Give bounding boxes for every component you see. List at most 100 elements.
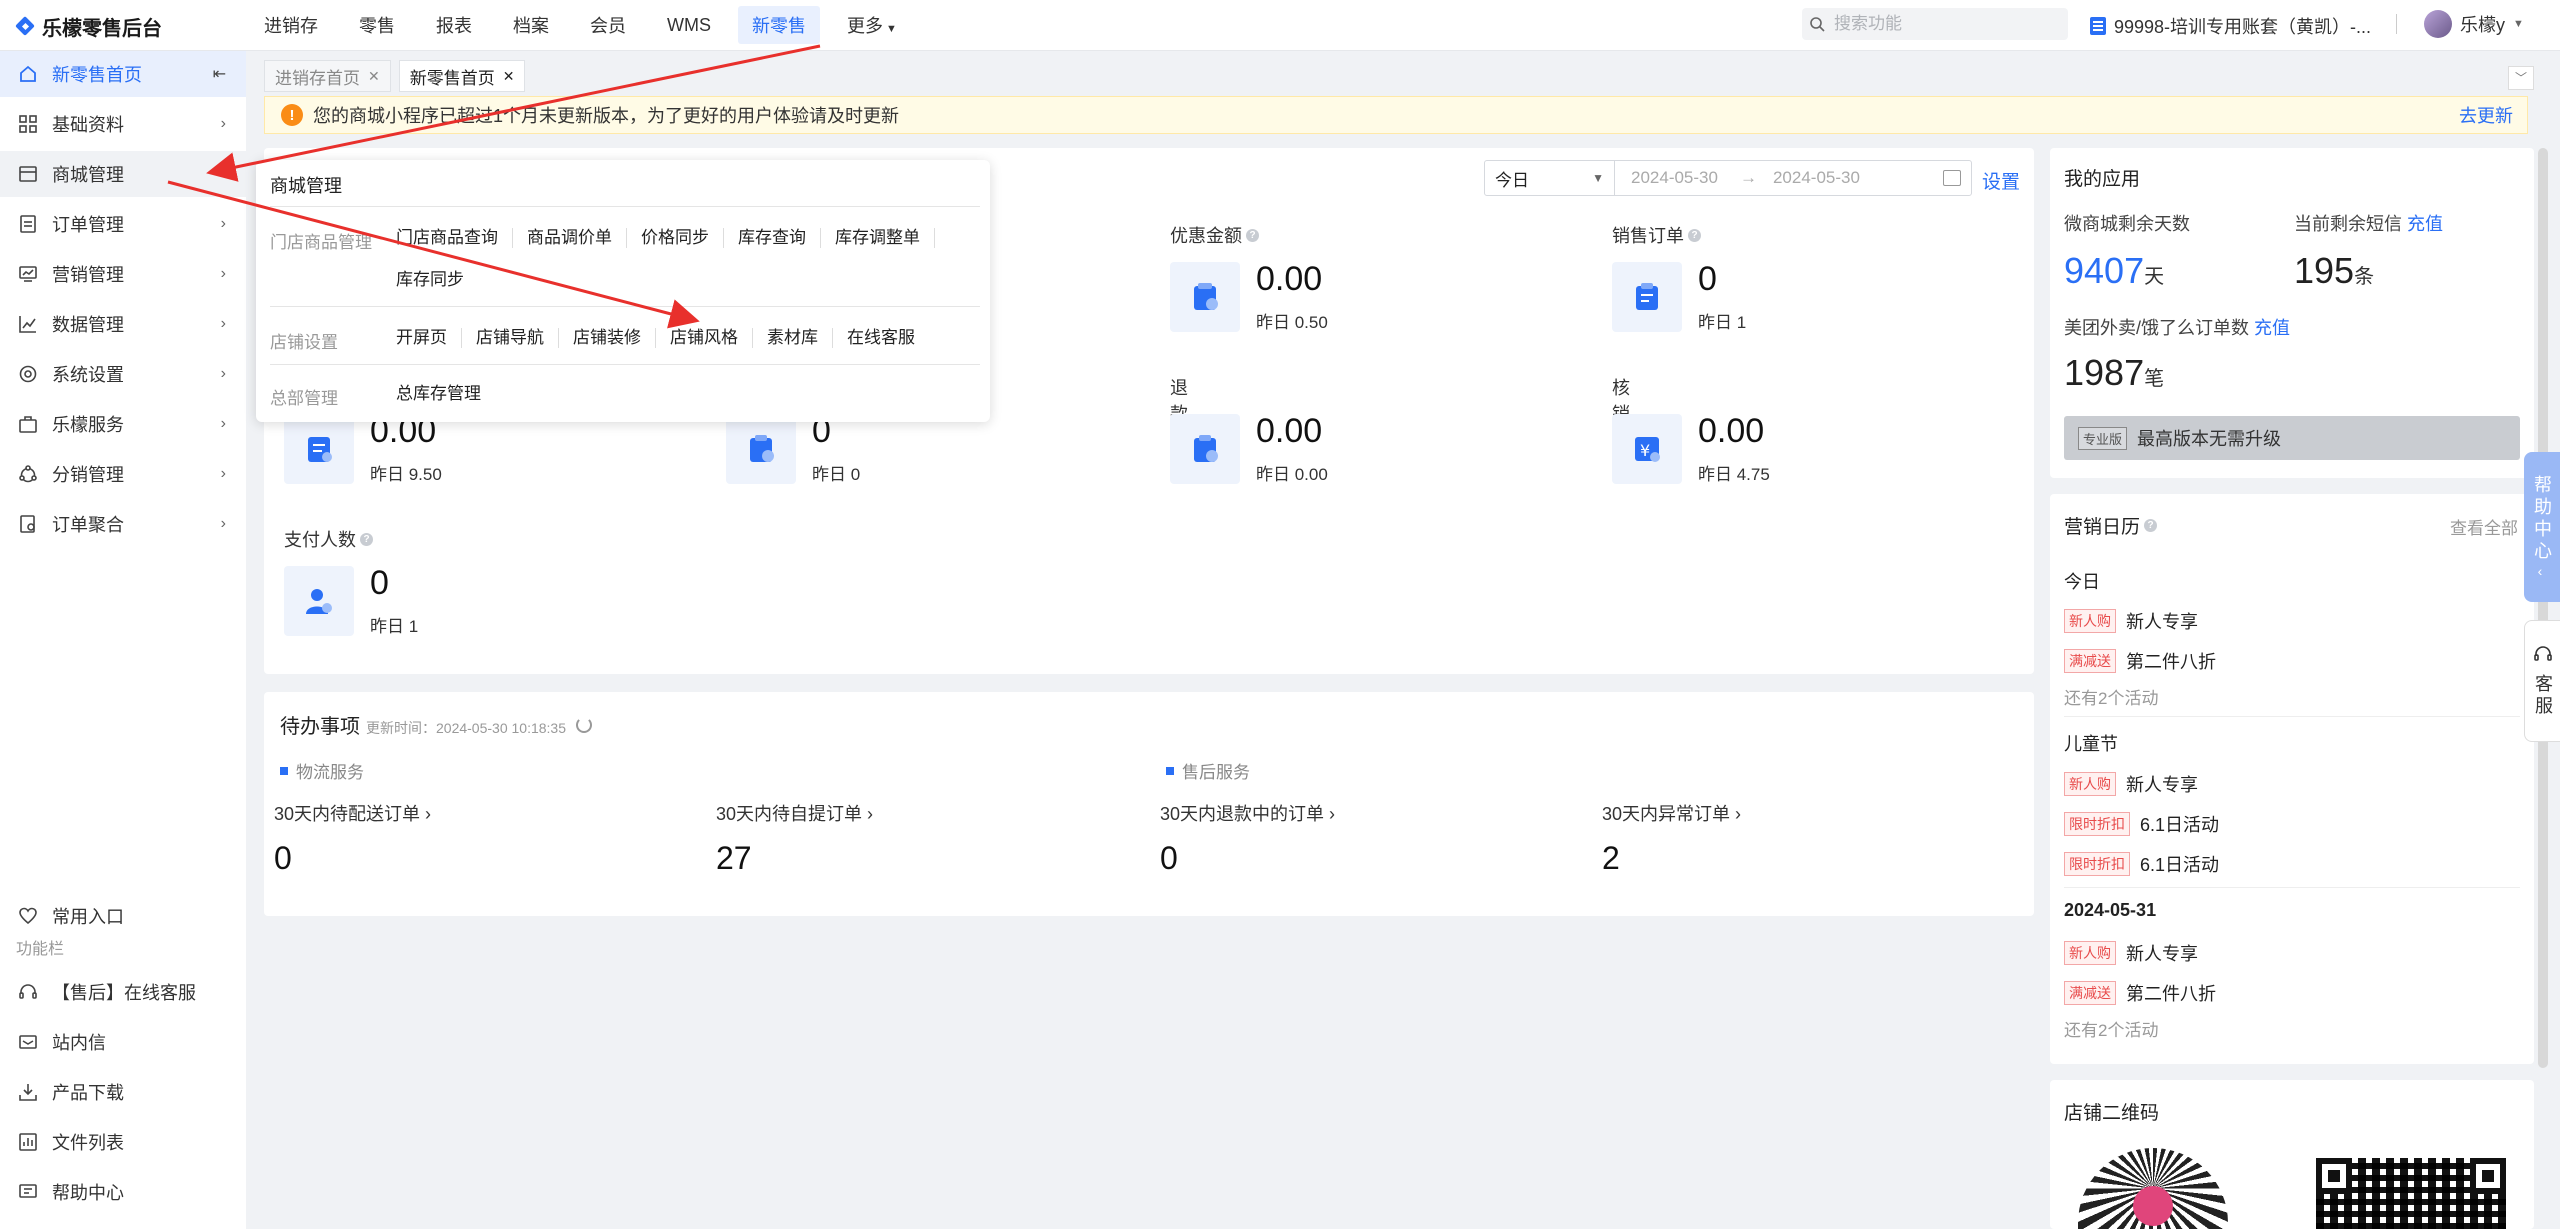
calendar-date: 儿童节 xyxy=(2064,734,2118,754)
close-icon[interactable]: ✕ xyxy=(368,68,380,85)
question-icon[interactable]: ? xyxy=(2144,519,2158,532)
tab-new-retail-home[interactable]: 新零售首页 ✕ xyxy=(398,60,526,92)
search-input[interactable] xyxy=(1832,13,2056,35)
refresh-icon[interactable] xyxy=(576,717,592,733)
mall-management-flyout: 商城管理 门店商品管理 门店商品查询 商品调价单 价格同步 库存查询 库存调整单… xyxy=(256,160,990,422)
todo-item-pending-delivery[interactable]: 30天内待配送订单 › 0 xyxy=(274,800,431,877)
sidebar-item-data-management[interactable]: 数据管理 › xyxy=(0,301,246,347)
collapse-sidebar-icon[interactable]: ⇤ xyxy=(213,64,226,84)
sidebar-item-label: 基础资料 xyxy=(52,115,124,135)
calendar-event[interactable]: 新人购 新人专享 xyxy=(2064,771,2198,797)
sms-recharge-link[interactable]: 充值 xyxy=(2407,214,2443,234)
logo-icon xyxy=(16,17,36,37)
todo-item-refunding[interactable]: 30天内退款中的订单 › 0 xyxy=(1160,800,1335,877)
flyout-category: 总部管理 xyxy=(270,389,338,408)
date-range-picker[interactable]: 今日 ▼ 2024-05-30 → 2024-05-30 xyxy=(1484,160,1972,196)
chevron-down-icon: ▼ xyxy=(886,23,897,35)
user-name: 乐檬y xyxy=(2460,15,2505,35)
more-events-link[interactable]: 还有2个活动 xyxy=(2064,684,2158,709)
account-selector[interactable]: 99998-培训专用账套（黄凯）-... xyxy=(2090,13,2371,39)
sidebar-favorites[interactable]: 常用入口 xyxy=(0,893,246,939)
user-menu[interactable]: 乐檬y ▼ xyxy=(2424,10,2524,38)
event-tag: 限时折扣 xyxy=(2064,812,2130,836)
flyout-link[interactable]: 商品调价单 xyxy=(527,228,627,248)
flyout-link[interactable]: 库存查询 xyxy=(738,228,821,248)
update-link[interactable]: 去更新 xyxy=(2459,102,2513,128)
topnav-item-more[interactable]: 更多 ▼ xyxy=(833,6,911,44)
metric-yesterday: 昨日 4.75 xyxy=(1698,465,1770,484)
flyout-link[interactable]: 库存调整单 xyxy=(835,228,935,248)
sidebar-item-order-aggregation[interactable]: 订单聚合 › xyxy=(0,501,246,547)
flyout-link[interactable]: 总库存管理 xyxy=(396,384,495,404)
home-icon xyxy=(18,64,38,84)
sidebar-item-label: 乐檬服务 xyxy=(52,415,124,435)
help-center-side-tab[interactable]: 帮助中心 ‹ xyxy=(2524,452,2560,602)
sidebar-item-distribution[interactable]: 分销管理 › xyxy=(0,451,246,497)
topnav-item-member[interactable]: 会员 xyxy=(576,6,640,44)
search-box[interactable] xyxy=(1802,8,2068,40)
more-events-link[interactable]: 还有2个活动 xyxy=(2064,1016,2158,1041)
sidebar-item-new-retail-home[interactable]: 新零售首页 ⇤ xyxy=(0,51,246,97)
sidebar-item-order-management[interactable]: 订单管理 › xyxy=(0,201,246,247)
todo-item-abnormal[interactable]: 30天内异常订单 › 2 xyxy=(1602,800,1741,877)
settings-icon xyxy=(18,364,38,384)
aggregate-icon xyxy=(18,514,38,534)
date-preset-select[interactable]: 今日 ▼ xyxy=(1485,161,1615,195)
sidebar-item-basic-data[interactable]: 基础资料 › xyxy=(0,101,246,147)
settings-link[interactable]: 设置 xyxy=(1982,167,2020,194)
divider xyxy=(2064,716,2520,717)
question-icon[interactable]: ? xyxy=(1688,228,1701,242)
flyout-link[interactable]: 库存同步 xyxy=(396,270,478,290)
app-logo[interactable]: 乐檬零售后台 xyxy=(16,12,162,41)
question-icon[interactable]: ? xyxy=(1246,228,1259,242)
flyout-link[interactable]: 店铺装修 xyxy=(573,328,656,348)
chevron-down-icon[interactable]: ﹀ xyxy=(2508,66,2534,90)
question-icon[interactable]: ? xyxy=(360,532,373,546)
flyout-link[interactable]: 门店商品查询 xyxy=(396,228,513,248)
flyout-link-store-style[interactable]: 店铺风格 xyxy=(670,328,753,348)
sidebar-item-file-list[interactable]: 文件列表 xyxy=(0,1119,246,1165)
tab-inventory-home[interactable]: 进销存首页 ✕ xyxy=(264,60,391,92)
calendar-event[interactable]: 限时折扣 6.1日活动 xyxy=(2064,811,2219,837)
calendar-event[interactable]: 新人购 新人专享 xyxy=(2064,940,2198,966)
sidebar-item-help-center[interactable]: 帮助中心 xyxy=(0,1169,246,1215)
customer-service-side-tab[interactable]: 客服 xyxy=(2524,620,2560,742)
headset-icon xyxy=(18,982,38,1002)
clipboard-icon xyxy=(1612,262,1682,332)
date-end[interactable]: 2024-05-30 xyxy=(1773,168,1860,188)
topnav-item-archive[interactable]: 档案 xyxy=(499,6,563,44)
sidebar-item-system-settings[interactable]: 系统设置 › xyxy=(0,351,246,397)
calendar-event[interactable]: 新人购 新人专享 xyxy=(2064,608,2198,634)
flyout-link[interactable]: 在线客服 xyxy=(847,328,929,348)
topnav-item-retail[interactable]: 零售 xyxy=(345,6,409,44)
takeout-recharge-link[interactable]: 充值 xyxy=(2254,318,2290,338)
metric-discount-amount: 优惠金额? 0.00 昨日 0.50 xyxy=(1170,222,1328,332)
sidebar-item-lemeng-service[interactable]: 乐檬服务 › xyxy=(0,401,246,447)
flyout-link[interactable]: 价格同步 xyxy=(641,228,724,248)
flyout-link[interactable]: 素材库 xyxy=(767,328,833,348)
sidebar-item-mall-management[interactable]: 商城管理 › xyxy=(0,151,246,197)
sidebar-item-marketing[interactable]: 营销管理 › xyxy=(0,251,246,297)
mall-days-unit: 天 xyxy=(2144,266,2165,288)
topnav-item-inventory[interactable]: 进销存 xyxy=(250,6,332,44)
chevron-right-icon: › xyxy=(220,115,226,132)
date-start[interactable]: 2024-05-30 xyxy=(1631,168,1718,188)
flyout-link[interactable]: 店铺导航 xyxy=(476,328,559,348)
qr-finder xyxy=(2316,1158,2352,1194)
calendar-event[interactable]: 满减送 第二件八折 xyxy=(2064,648,2216,674)
close-icon[interactable]: ✕ xyxy=(503,68,515,85)
topnav-item-report[interactable]: 报表 xyxy=(422,6,486,44)
calendar-event[interactable]: 限时折扣 6.1日活动 xyxy=(2064,851,2219,877)
sidebar-item-product-download[interactable]: 产品下载 xyxy=(0,1069,246,1115)
sidebar-item-label: 常用入口 xyxy=(52,907,124,927)
sidebar-item-online-service[interactable]: 【售后】在线客服 xyxy=(0,969,246,1015)
calendar-event[interactable]: 满减送 第二件八折 xyxy=(2064,980,2216,1006)
todo-item-pending-pickup[interactable]: 30天内待自提订单 › 27 xyxy=(716,800,873,877)
flyout-link[interactable]: 开屏页 xyxy=(396,328,462,348)
scrollbar-thumb[interactable] xyxy=(2538,148,2548,1068)
view-all-link[interactable]: 查看全部 xyxy=(2450,514,2518,539)
event-name: 6.1日活动 xyxy=(2140,855,2220,875)
topnav-item-new-retail[interactable]: 新零售 xyxy=(738,6,820,44)
topnav-item-wms[interactable]: WMS xyxy=(653,9,725,42)
sidebar-item-messages[interactable]: 站内信 xyxy=(0,1019,246,1065)
